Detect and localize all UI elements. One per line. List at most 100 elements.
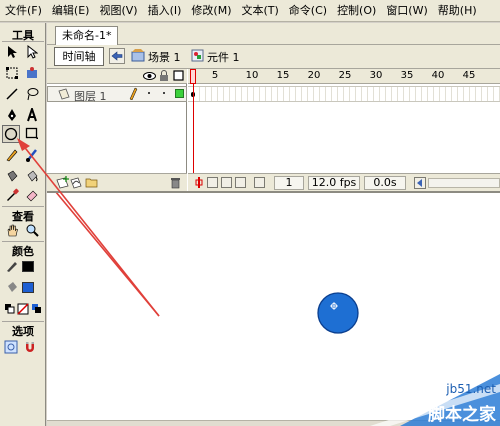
text-tool-icon[interactable] <box>23 106 41 124</box>
menu-insert[interactable]: 插入(I) <box>143 0 187 22</box>
watermark: jb51.net 脚本之家 <box>360 374 500 426</box>
menu-view[interactable]: 视图(V) <box>94 0 142 22</box>
back-arrow-icon[interactable] <box>109 48 125 64</box>
add-guide-layer-icon[interactable] <box>70 176 82 192</box>
elapsed-time-display: 0.0s <box>364 176 406 190</box>
hand-tool-icon[interactable] <box>3 221 21 239</box>
scroll-left-button[interactable] <box>414 177 426 189</box>
ruler-label: 40 <box>431 70 445 81</box>
symbol-label: 元件 1 <box>207 51 240 64</box>
onion-outline-button[interactable] <box>221 177 232 188</box>
menu-text[interactable]: 文本(T) <box>236 0 283 22</box>
stroke-color-swatch[interactable] <box>22 261 34 272</box>
lock-dot[interactable] <box>163 92 165 94</box>
outline-icon[interactable] <box>173 70 184 84</box>
watermark-url: jb51.net <box>446 382 496 396</box>
layer-panel: 图层 1 <box>47 69 187 191</box>
fill-color-swatch[interactable] <box>22 282 34 293</box>
zoom-tool-icon[interactable] <box>23 221 41 239</box>
eye-icon[interactable] <box>143 70 156 85</box>
paint-bucket-tool-icon[interactable] <box>23 167 41 185</box>
frames-panel: 5 10 15 20 25 30 35 40 45 1 12.0 fps 0.0… <box>188 69 500 191</box>
divider <box>2 321 44 322</box>
layer-icon <box>58 88 70 103</box>
add-folder-icon[interactable] <box>85 176 98 191</box>
scene-icon <box>131 49 145 65</box>
ruler-label: 25 <box>338 70 352 81</box>
ruler-label: 35 <box>400 70 414 81</box>
ruler-label: 10 <box>245 70 259 81</box>
divider <box>2 41 44 42</box>
outline-color-box[interactable] <box>175 89 184 98</box>
eyedropper-tool-icon[interactable] <box>3 186 21 204</box>
fill-transform-tool-icon[interactable] <box>23 64 41 82</box>
swap-colors-icon[interactable] <box>28 300 46 318</box>
timeline-scrollbar[interactable] <box>428 178 500 188</box>
ruler-label: 20 <box>307 70 321 81</box>
arrow-tool-icon[interactable] <box>3 43 21 61</box>
timeline-panel: 图层 1 5 10 15 20 25 30 35 40 45 1 12.0 fp… <box>47 69 500 193</box>
edit-multiple-frames-button[interactable] <box>235 177 246 188</box>
ink-bottle-tool-icon[interactable] <box>3 167 21 185</box>
lock-icon[interactable] <box>159 70 169 85</box>
scene-label: 场景 1 <box>148 51 181 64</box>
breadcrumb-scene[interactable]: 场景 1 <box>131 48 181 66</box>
layer-footer <box>47 173 187 191</box>
ruler-label: 30 <box>369 70 383 81</box>
tools-panel: 工具 查看 颜色 选项 <box>0 23 46 426</box>
menu-edit[interactable]: 编辑(E) <box>47 0 95 22</box>
menu-control[interactable]: 控制(O) <box>332 0 381 22</box>
pencil-tool-icon[interactable] <box>3 146 21 164</box>
pencil-edit-icon <box>128 87 138 103</box>
divider <box>2 206 44 207</box>
ruler-label: 5 <box>211 70 219 81</box>
layer-row[interactable]: 图层 1 <box>47 86 187 103</box>
object-drawing-icon[interactable] <box>2 338 20 356</box>
center-frame-icon[interactable] <box>195 176 203 192</box>
delete-layer-icon[interactable] <box>170 177 181 192</box>
add-layer-icon[interactable] <box>56 176 70 192</box>
playhead[interactable] <box>190 69 196 84</box>
free-transform-tool-icon[interactable] <box>3 64 21 82</box>
lasso-tool-icon[interactable] <box>23 85 41 103</box>
ruler-label: 45 <box>462 70 476 81</box>
playhead-line <box>193 84 194 173</box>
frame-rate-display: 12.0 fps <box>308 176 360 190</box>
menu-modify[interactable]: 修改(M) <box>186 0 236 22</box>
menu-commands[interactable]: 命令(C) <box>284 0 332 22</box>
fill-color-icon <box>3 278 21 296</box>
watermark-name: 脚本之家 <box>428 405 496 425</box>
layer-name: 图层 1 <box>74 90 107 103</box>
blue-circle-shape[interactable] <box>317 292 359 334</box>
pen-tool-icon[interactable] <box>3 106 21 124</box>
red-annotation-arrow <box>55 193 160 317</box>
rectangle-tool-icon[interactable] <box>23 125 41 143</box>
line-tool-icon[interactable] <box>3 85 21 103</box>
ruler-label: 15 <box>276 70 290 81</box>
visibility-dot[interactable] <box>148 92 150 94</box>
subselect-tool-icon[interactable] <box>23 43 41 61</box>
frames-footer: 1 12.0 fps 0.0s <box>188 173 500 191</box>
edit-bar: 时间轴 场景 1 元件 1 <box>47 45 500 69</box>
menu-bar: 文件(F) 编辑(E) 视图(V) 插入(I) 修改(M) 文本(T) 命令(C… <box>0 0 500 22</box>
snap-magnet-icon[interactable] <box>21 338 39 356</box>
onion-skin-button[interactable] <box>207 177 218 188</box>
stroke-color-icon <box>3 257 21 275</box>
timeline-toggle-button[interactable]: 时间轴 <box>54 47 104 66</box>
oval-tool-icon[interactable] <box>2 125 20 143</box>
menu-help[interactable]: 帮助(H) <box>433 0 482 22</box>
frame-row[interactable] <box>188 86 500 102</box>
eraser-tool-icon[interactable] <box>23 186 41 204</box>
frame-ruler[interactable]: 5 10 15 20 25 30 35 40 45 <box>188 69 500 84</box>
modify-markers-button[interactable] <box>254 177 265 188</box>
symbol-icon <box>191 49 204 65</box>
brush-tool-icon[interactable] <box>23 146 41 164</box>
layer-header <box>47 69 187 84</box>
options-section-title: 选项 <box>12 325 34 338</box>
current-frame-display: 1 <box>274 176 304 190</box>
menu-file[interactable]: 文件(F) <box>0 0 47 22</box>
menu-window[interactable]: 窗口(W) <box>381 0 432 22</box>
document-tab-bar: 未命名-1* <box>47 23 500 45</box>
breadcrumb-symbol[interactable]: 元件 1 <box>191 48 240 66</box>
document-tab[interactable]: 未命名-1* <box>55 26 119 45</box>
